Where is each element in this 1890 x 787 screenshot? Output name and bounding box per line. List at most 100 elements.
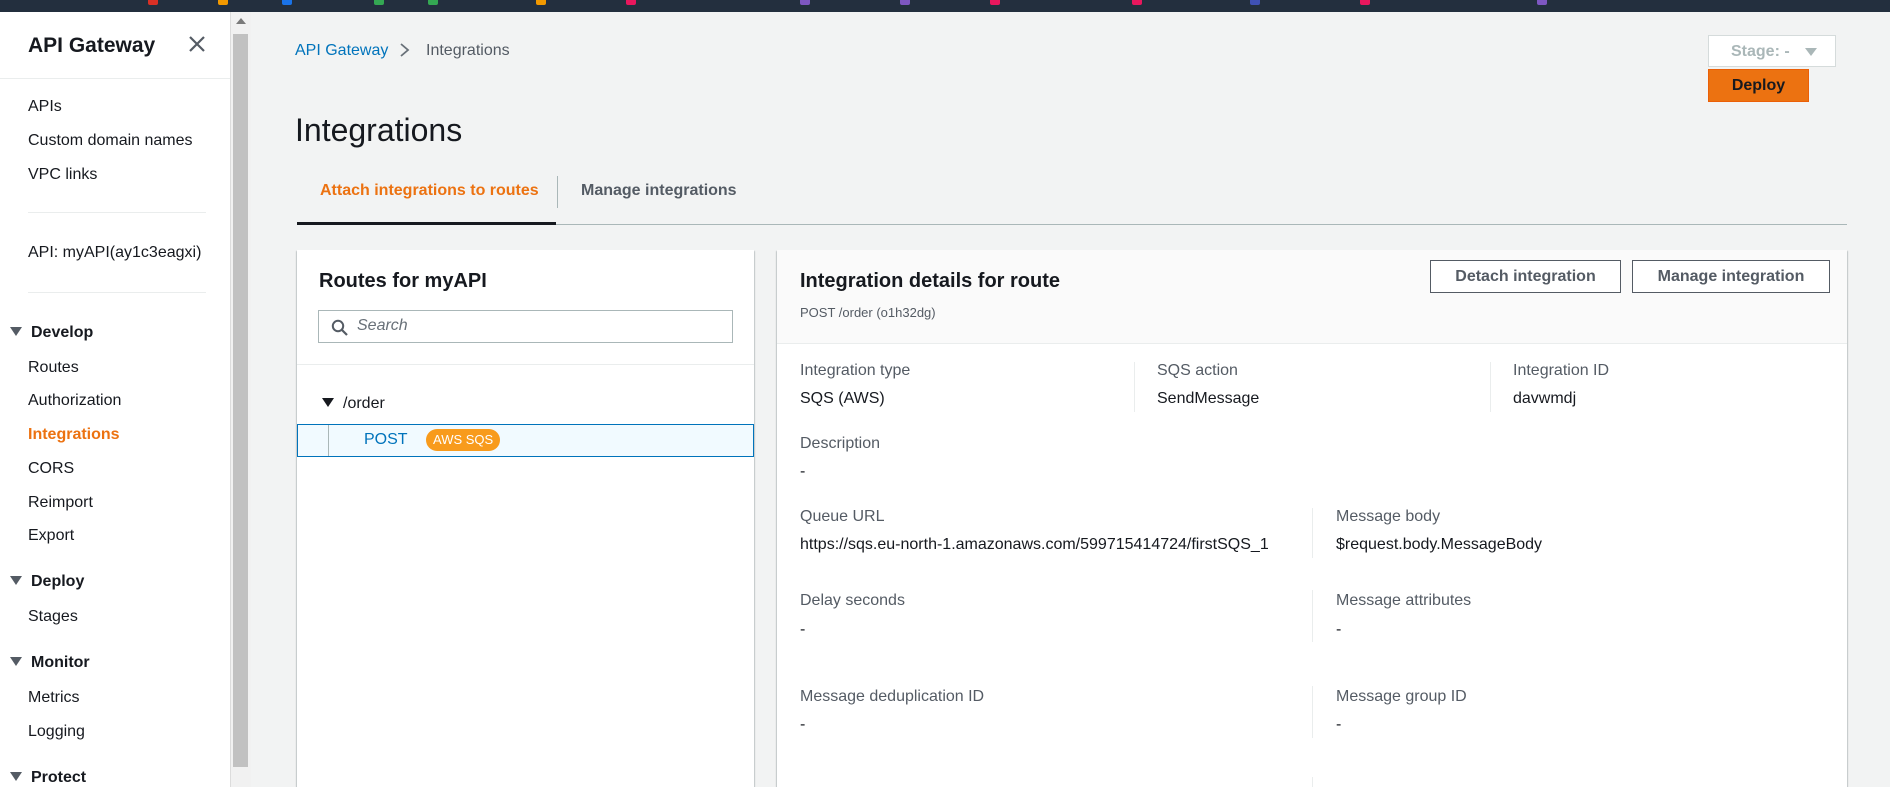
queue-url-value: https://sqs.eu-north-1.amazonaws.com/599… [800, 536, 1269, 553]
message-body-label: Message body [1336, 508, 1441, 525]
sidebar-scrollbar[interactable] [230, 12, 251, 787]
caret-down-icon [10, 772, 22, 781]
column-divider [1312, 777, 1313, 787]
section-label: Monitor [31, 654, 90, 671]
section-label: Protect [31, 769, 87, 786]
manage-integration-button[interactable]: Manage integration [1632, 260, 1830, 293]
dedup-id-value: - [800, 716, 806, 733]
bookmark-favicon[interactable] [1360, 0, 1370, 5]
scroll-up-arrow-icon[interactable] [236, 18, 246, 24]
integration-type-badge: AWS SQS [426, 429, 501, 451]
bookmark-favicon[interactable] [1537, 0, 1547, 5]
bookmark-favicon[interactable] [990, 0, 1000, 5]
sidebar-item-logging[interactable]: Logging [28, 723, 85, 741]
bookmark-favicon[interactable] [374, 0, 384, 5]
page-title: Integrations [295, 112, 463, 148]
column-divider [1312, 590, 1313, 642]
caret-down-icon [10, 657, 22, 666]
sidebar-item-vpc-links[interactable]: VPC links [28, 166, 97, 184]
deploy-button[interactable]: Deploy [1708, 69, 1809, 102]
divider [28, 212, 206, 213]
route-method-label: POST [364, 431, 408, 448]
dedup-id-label: Message deduplication ID [800, 688, 985, 705]
integration-details-panel: Integration details for route POST /orde… [777, 250, 1847, 787]
sidebar-item-metrics[interactable]: Metrics [28, 689, 80, 707]
bookmark-favicon[interactable] [1250, 0, 1260, 5]
description-value: - [800, 463, 806, 480]
sidebar-item-authorization[interactable]: Authorization [28, 392, 121, 410]
sidebar-item-reimport[interactable]: Reimport [28, 494, 93, 512]
sidebar: API Gateway APIs Custom domain names VPC… [0, 12, 230, 787]
message-attributes-label: Message attributes [1336, 592, 1472, 609]
chevron-right-icon [398, 40, 412, 65]
sidebar-item-stages[interactable]: Stages [28, 608, 78, 626]
delay-seconds-value: - [800, 621, 806, 638]
group-id-value: - [1336, 716, 1342, 733]
column-divider [1312, 508, 1313, 558]
bookmark-favicon[interactable] [900, 0, 910, 5]
group-id-label: Message group ID [1336, 688, 1467, 705]
breadcrumb-root-link[interactable]: API Gateway [295, 42, 388, 60]
divider [28, 292, 206, 293]
integration-id-value: davwmdj [1513, 390, 1577, 407]
browser-bookmarks-strip [0, 0, 1890, 12]
search-icon [331, 319, 349, 342]
sidebar-section-protect[interactable]: Protect [10, 769, 86, 787]
route-path-order[interactable]: /order [322, 395, 385, 413]
bookmark-favicon[interactable] [282, 0, 292, 5]
sidebar-item-cors[interactable]: CORS [28, 460, 74, 478]
bookmark-favicon[interactable] [800, 0, 810, 5]
sqs-action-value: SendMessage [1157, 390, 1260, 407]
sidebar-item-export[interactable]: Export [28, 527, 74, 545]
details-route-subtitle: POST /order (o1h32dg) [800, 305, 936, 320]
bookmark-favicon[interactable] [626, 0, 636, 5]
route-path-label: /order [343, 395, 385, 412]
detach-integration-button[interactable]: Detach integration [1430, 260, 1621, 293]
details-header: Integration details for route POST /orde… [777, 250, 1847, 344]
sidebar-section-develop[interactable]: Develop [10, 324, 93, 342]
sidebar-section-monitor[interactable]: Monitor [10, 654, 90, 672]
tab-manage-integrations[interactable]: Manage integrations [581, 182, 737, 200]
integration-type-label: Integration type [800, 362, 911, 379]
tree-indent-line [328, 425, 329, 456]
sidebar-item-apis[interactable]: APIs [28, 98, 62, 116]
queue-url-label: Queue URL [800, 508, 885, 525]
column-divider [1490, 362, 1491, 412]
bookmark-favicon[interactable] [536, 0, 546, 5]
sidebar-section-deploy[interactable]: Deploy [10, 573, 84, 591]
divider [297, 364, 754, 365]
tab-divider [557, 176, 558, 208]
sidebar-title: API Gateway [28, 34, 156, 57]
details-title: Integration details for route [800, 270, 1061, 292]
stage-select-label: Stage: - [1731, 43, 1790, 60]
integration-id-label: Integration ID [1513, 362, 1610, 379]
sqs-action-label: SQS action [1157, 362, 1238, 379]
stage-select[interactable]: Stage: - [1708, 35, 1836, 67]
message-body-value: $request.body.MessageBody [1336, 536, 1543, 553]
caret-down-icon [10, 327, 22, 336]
sidebar-item-custom-domain-names[interactable]: Custom domain names [28, 132, 193, 150]
route-search-field[interactable] [318, 310, 733, 343]
bookmark-favicon[interactable] [1132, 0, 1142, 5]
close-icon[interactable] [185, 32, 209, 56]
divider [0, 78, 230, 79]
breadcrumb-current: Integrations [426, 42, 510, 59]
search-input[interactable] [357, 316, 717, 336]
route-method-post[interactable]: POST AWS SQS [297, 424, 754, 457]
sidebar-item-routes[interactable]: Routes [28, 359, 79, 377]
column-divider [1312, 686, 1313, 738]
routes-panel-title: Routes for myAPI [319, 270, 487, 292]
tab-attach-integrations[interactable]: Attach integrations to routes [320, 182, 539, 200]
section-label: Deploy [31, 573, 85, 590]
bookmark-favicon[interactable] [148, 0, 158, 5]
sidebar-item-integrations[interactable]: Integrations [28, 426, 120, 444]
bookmark-favicon[interactable] [218, 0, 228, 5]
scrollbar-thumb[interactable] [233, 34, 248, 767]
section-label: Develop [31, 324, 94, 341]
caret-down-icon [10, 576, 22, 585]
bookmark-favicon[interactable] [428, 0, 438, 5]
sidebar-api-label[interactable]: API: myAPI(ay1c3eagxi) [28, 244, 201, 262]
column-divider [1134, 362, 1135, 412]
caret-down-icon [322, 398, 334, 407]
active-tab-indicator [297, 222, 556, 225]
